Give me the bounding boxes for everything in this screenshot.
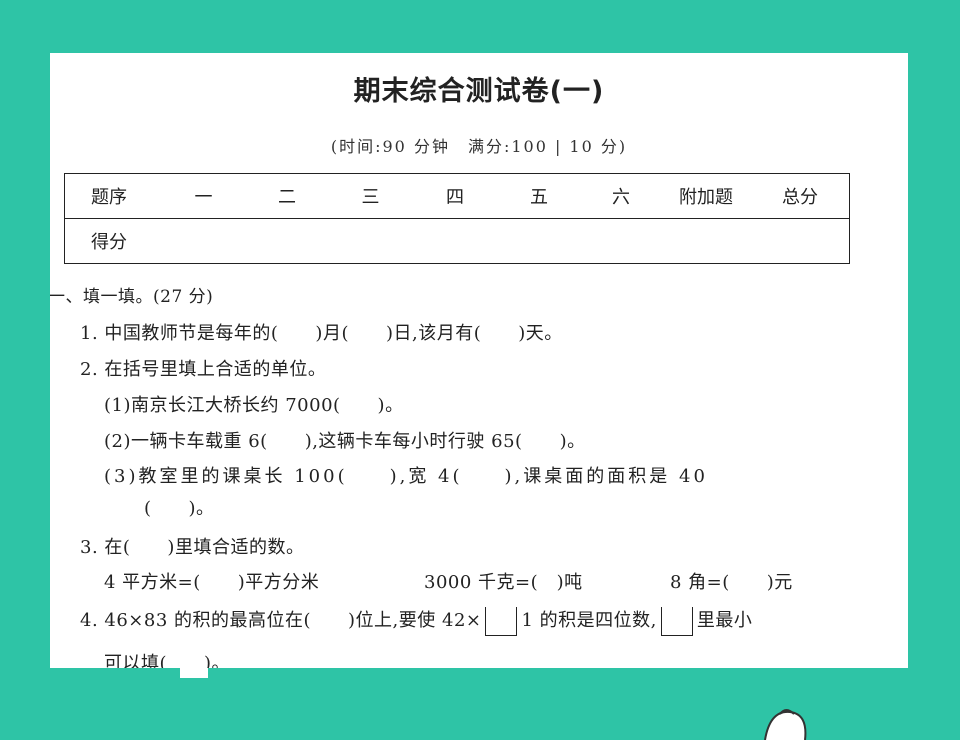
table-header-cell: 总分 xyxy=(751,173,850,219)
table-header-cell: 三 xyxy=(328,173,413,219)
table-header-cell: 六 xyxy=(581,173,661,219)
table-header-cell: 题序 xyxy=(64,173,161,219)
question-4-part-2: 1 的积是四位数, xyxy=(521,610,657,631)
question-4-part-1: 4. 46×83 的积的最高位在( )位上,要使 42× xyxy=(80,610,482,631)
score-table: 题序 一 二 三 四 五 六 附加题 总分 得分 xyxy=(64,173,850,264)
question-4-part-3: 里最小 xyxy=(696,610,753,631)
question-3-a: 4 平方米=( )平方分米 xyxy=(104,572,320,593)
table-header-cell: 五 xyxy=(497,173,581,219)
section-heading: 一、填一填。(27 分) xyxy=(50,287,214,307)
question-2-2: (2)一辆卡车载重 6( ),这辆卡车每小时行驶 65( )。 xyxy=(104,431,586,452)
score-row-label: 得分 xyxy=(64,218,850,264)
question-3-b: 3000 千克=( )吨 xyxy=(424,572,583,593)
question-3-c: 8 角=( )元 xyxy=(670,572,793,593)
score-table-header-row: 题序 一 二 三 四 五 六 附加题 总分 xyxy=(64,173,850,219)
question-2-3-cont: ( )。 xyxy=(144,498,215,519)
exam-subtitle: (时间:90 分钟 满分:100 | 10 分) xyxy=(330,137,628,156)
question-2-1: (1)南京长江大桥长约 7000( )。 xyxy=(104,395,404,416)
question-4-cont: 可以填( )。 xyxy=(104,653,231,668)
page-title: 期末综合测试卷(一) xyxy=(353,76,605,107)
question-4: 4. 46×83 的积的最高位在( )位上,要使 42× 1 的积是四位数, 里最小 xyxy=(80,606,752,636)
paper-tab xyxy=(180,668,208,678)
table-header-cell: 四 xyxy=(413,173,497,219)
question-1: 1. 中国教师节是每年的( )月( )日,该月有( )天。 xyxy=(80,323,563,344)
question-2-3: (3)教室里的课桌长 100( ),宽 4( ),课桌面的面积是 40 xyxy=(104,466,708,487)
answer-box[interactable] xyxy=(660,606,693,636)
table-header-cell: 二 xyxy=(246,173,328,219)
score-table-row: 得分 xyxy=(64,218,850,264)
question-3: 3. 在( )里填合适的数。 xyxy=(80,537,305,558)
cartoon-decoration xyxy=(764,709,807,740)
answer-box[interactable] xyxy=(485,606,518,636)
question-2: 2. 在括号里填上合适的单位。 xyxy=(80,359,327,380)
table-header-cell: 附加题 xyxy=(661,173,751,219)
exam-paper: 期末综合测试卷(一) (时间:90 分钟 满分:100 | 10 分) 题序 一… xyxy=(50,53,908,668)
table-header-cell: 一 xyxy=(161,173,246,219)
